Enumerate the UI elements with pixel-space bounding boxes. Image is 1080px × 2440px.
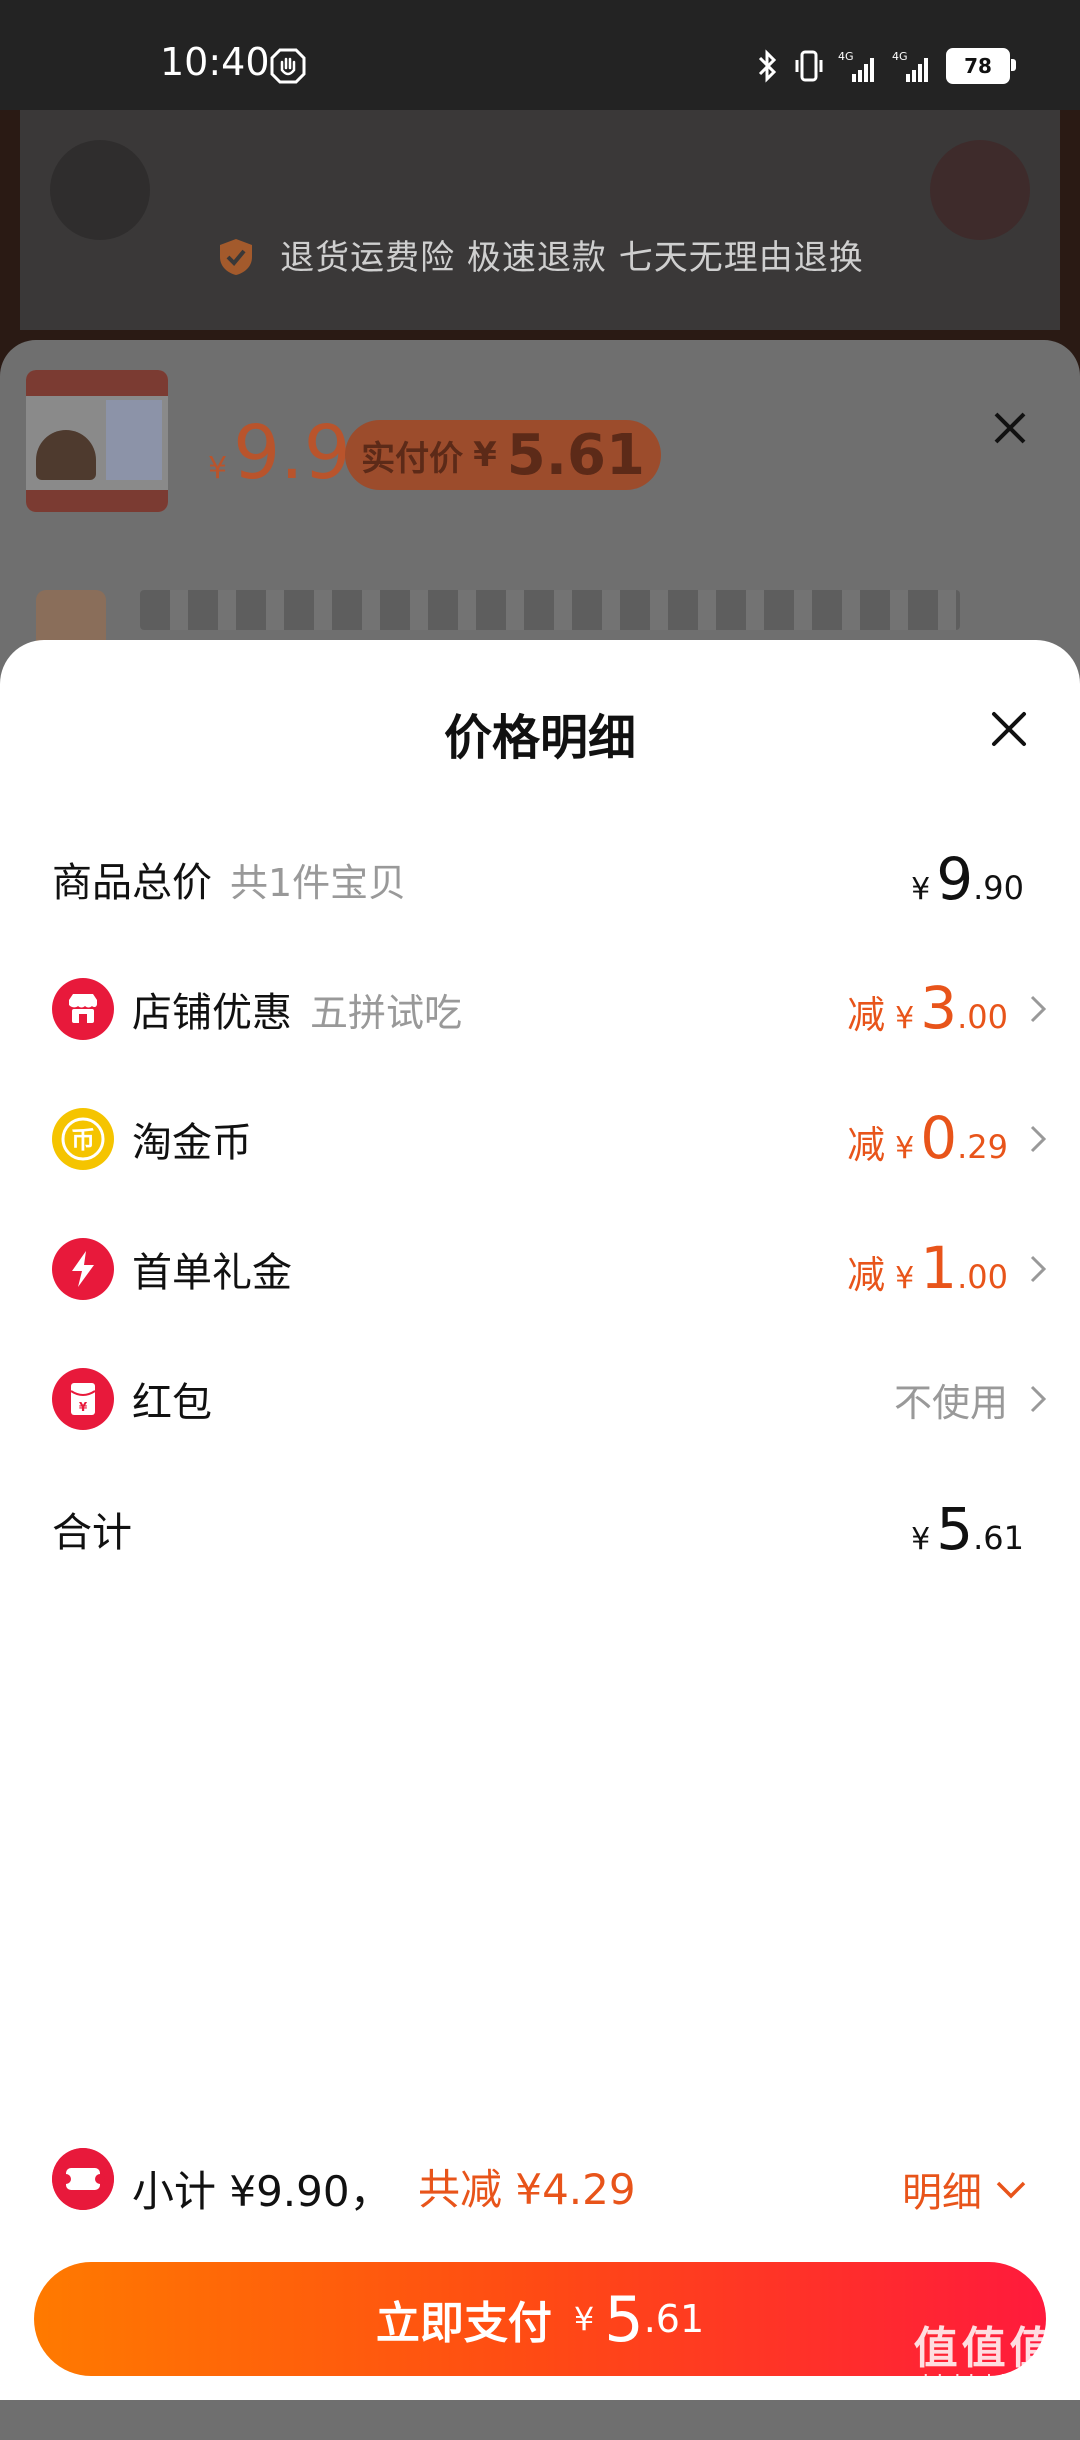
svg-text:4G: 4G — [838, 50, 854, 63]
back-button-bg — [50, 140, 150, 240]
row-first-order-gift[interactable]: 首单礼金 减 ¥ 1 .00 — [0, 1204, 1080, 1334]
product-hero: 退货运费险 极速退款 七天无理由退换 — [20, 110, 1060, 330]
status-bar: 10:40 4G 4G 78 — [0, 0, 1080, 110]
row-amount: 减 ¥ 1 .00 — [847, 1239, 1052, 1299]
row-label: 合计 — [52, 1510, 132, 1556]
battery-icon: 78 — [946, 48, 1016, 84]
bluetooth-icon — [758, 49, 777, 83]
coupon-icon — [52, 2148, 114, 2210]
chevron-right-icon — [1030, 1255, 1047, 1283]
row-sub: 共1件宝贝 — [230, 860, 407, 905]
vibrate-icon — [795, 50, 823, 82]
row-store-discount[interactable]: 店铺优惠 五拼试吃 减 ¥ 3 .00 — [0, 944, 1080, 1074]
signal-icon-1: 4G — [838, 50, 874, 82]
sku-close-icon[interactable] — [990, 408, 1030, 448]
price-rows: 商品总价 共1件宝贝 ¥ 9 .90 店铺优惠 五拼试吃 减 ¥ 3 .00 币… — [0, 814, 1080, 1594]
gold-coin-icon: 币 — [52, 1108, 114, 1170]
red-packet-icon: ¥ — [52, 1368, 114, 1430]
status-time: 10:40 — [160, 40, 270, 84]
blurred-text — [140, 590, 960, 630]
close-icon[interactable] — [988, 708, 1030, 750]
svg-text:¥: ¥ — [79, 1400, 88, 1414]
store-icon — [52, 978, 114, 1040]
row-value: 不使用 — [894, 1372, 1052, 1427]
hand-gesture-icon — [270, 48, 306, 84]
row-label: 首单礼金 — [132, 1250, 292, 1296]
row-grand-total: 合计 ¥ 5 .61 — [0, 1464, 1080, 1594]
detail-toggle-button[interactable]: 明细 — [902, 2160, 1028, 2218]
signal-icon-2: 4G — [892, 50, 928, 82]
actual-pay-badge: 实付价 ¥ 5.61 — [345, 420, 661, 490]
row-amount: 减 ¥ 0 .29 — [847, 1109, 1052, 1169]
row-goods-total: 商品总价 共1件宝贝 ¥ 9 .90 — [0, 814, 1080, 944]
detail-label: 明细 — [902, 2170, 982, 2216]
shield-check-icon — [220, 239, 253, 275]
chevron-right-icon — [1030, 1125, 1047, 1153]
chevron-right-icon — [1030, 1385, 1047, 1413]
row-sub: 五拼试吃 — [310, 990, 463, 1035]
row-amount: ¥ 9 .90 — [911, 845, 1024, 913]
svg-text:4G: 4G — [892, 50, 908, 63]
chevron-down-icon — [996, 2181, 1026, 2199]
svg-text:币: 币 — [71, 1126, 95, 1154]
row-red-packet[interactable]: ¥ 红包 不使用 — [0, 1334, 1080, 1464]
row-label: 店铺优惠 — [132, 990, 292, 1036]
sku-price: ¥9.9 — [208, 410, 351, 496]
watermark: 值值值 zhizhizhi.com — [911, 2323, 1060, 2398]
row-label: 商品总价 — [52, 860, 212, 906]
row-tao-coins[interactable]: 币 淘金币 减 ¥ 0 .29 — [0, 1074, 1080, 1204]
chevron-right-icon — [1030, 995, 1047, 1023]
row-label: 红包 — [132, 1380, 212, 1426]
product-thumbnail — [26, 370, 168, 512]
lightning-icon — [52, 1238, 114, 1300]
row-amount: 减 ¥ 3 .00 — [847, 979, 1052, 1039]
guarantee-bar: 退货运费险 极速退款 七天无理由退换 — [20, 230, 1060, 279]
row-amount: ¥ 5 .61 — [911, 1495, 1024, 1563]
total-reduction: 共减 ¥4.29 — [418, 2165, 636, 2214]
status-icons: 4G 4G 78 — [756, 46, 1016, 86]
sheet-title: 价格明细 — [443, 710, 636, 766]
cart-button-bg — [930, 140, 1030, 240]
subtotal-text: 小计 ¥9.90， — [132, 2167, 392, 2216]
guarantee-text: 退货运费险 极速退款 七天无理由退换 — [280, 238, 864, 278]
row-label: 淘金币 — [132, 1120, 252, 1166]
subtotal-bar: 小计 ¥9.90， 共减 ¥4.29 明细 — [0, 2120, 1080, 2240]
pay-now-button[interactable]: 立即支付 ¥ 5 .61 — [34, 2262, 1046, 2376]
